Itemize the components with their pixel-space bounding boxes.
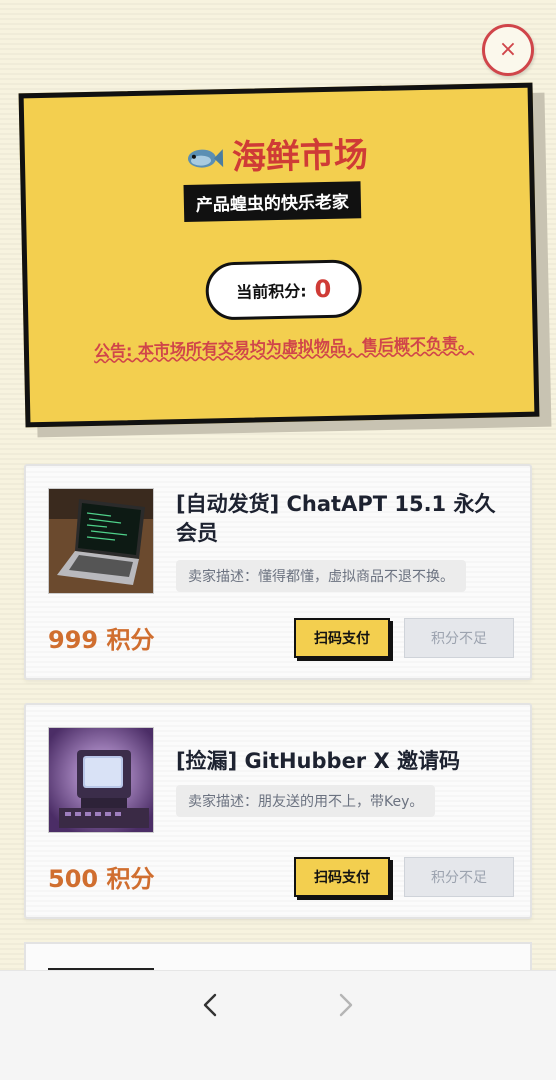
product-price: 999 积分 [48,626,155,654]
chevron-left-icon [203,993,217,1017]
product-card: [自动发货] ChatAPT 15.1 永久会员 卖家描述：懂得都懂，虚拟商品不… [24,464,532,680]
forward-button[interactable] [326,985,366,1025]
chevron-right-icon [339,993,353,1017]
fish-icon [186,140,225,181]
retro-computer-image [48,727,154,833]
product-description: 卖家描述：懂得都懂，虚拟商品不退不换。 [176,560,466,592]
close-icon: × [498,37,518,62]
scan-pay-button[interactable]: 扫码支付 [294,618,390,658]
browser-toolbar [0,970,556,1080]
laptop-code-image [48,488,154,594]
points-label: 当前积分: [236,281,307,302]
market-title: 海鲜市场 [24,124,529,184]
insufficient-points-button[interactable]: 积分不足 [404,857,514,897]
scan-pay-button[interactable]: 扫码支付 [294,857,390,897]
market-hero-card: 海鲜市场 产品蝗虫的快乐老家 当前积分: 0 公告: 本市场所有交易均为虚拟物品… [18,82,540,428]
market-title-text: 海鲜市场 [231,135,369,178]
points-value: 0 [314,274,332,304]
product-price: 500 积分 [48,865,155,893]
product-title: [自动发货] ChatAPT 15.1 永久会员 [176,492,496,545]
back-button[interactable] [190,985,230,1025]
product-title: [捡漏] GitHubber X 邀请码 [176,749,460,773]
product-card: [捡漏] GitHubber X 邀请码 卖家描述：朋友送的用不上，带Key。 … [24,703,532,919]
points-display: 当前积分: 0 [205,259,363,321]
product-description: 卖家描述：朋友送的用不上，带Key。 [176,785,436,817]
insufficient-points-button[interactable]: 积分不足 [404,618,514,658]
market-notice: 公告: 本市场所有交易均为虚拟物品，售后概不负责。 [93,333,475,361]
market-subtitle: 产品蝗虫的快乐老家 [183,181,362,222]
close-button[interactable]: × [482,24,534,76]
